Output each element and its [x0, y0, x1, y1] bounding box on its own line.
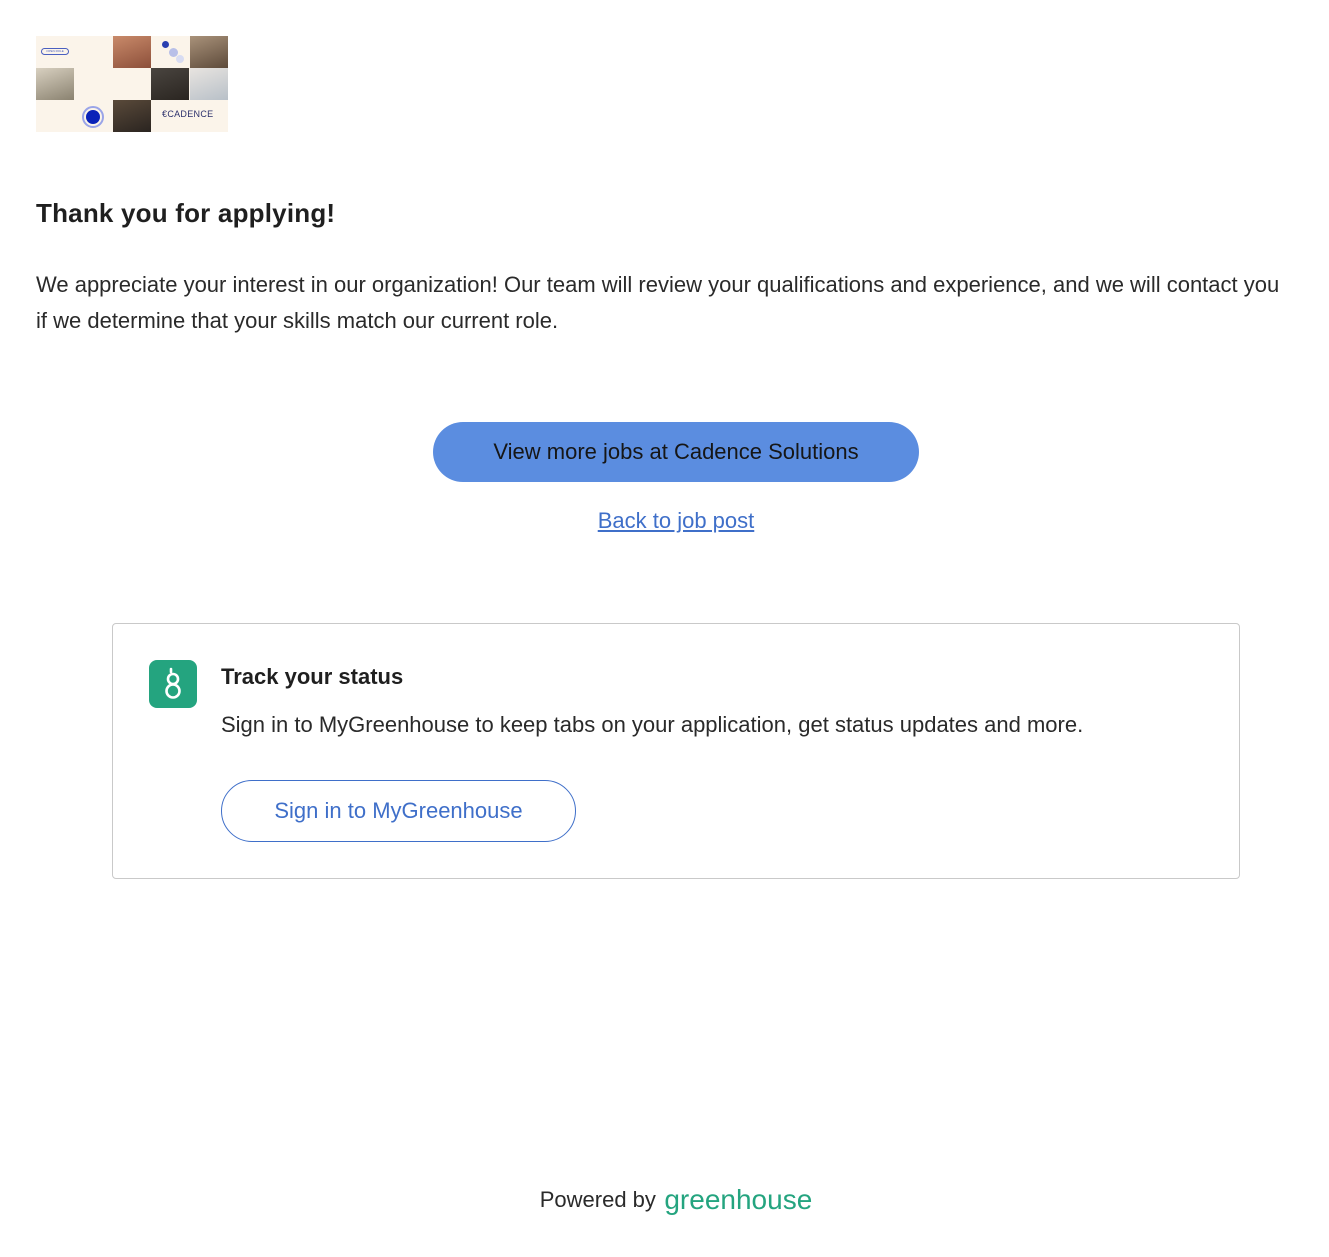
- logo-badge: OPEN ROLE: [41, 48, 69, 55]
- company-logo: OPEN ROLE €CADENCE: [36, 36, 228, 132]
- logo-dot: [86, 110, 100, 124]
- greenhouse-logo-link[interactable]: greenhouse: [664, 1184, 812, 1215]
- confirmation-message: We appreciate your interest in our organ…: [36, 272, 1280, 333]
- track-status-description: Sign in to MyGreenhouse to keep tabs on …: [221, 712, 1084, 737]
- logo-brand-text: €CADENCE: [162, 109, 213, 119]
- logo-photo-tile: [113, 100, 151, 132]
- view-more-jobs-button[interactable]: View more jobs at Cadence Solutions: [433, 422, 919, 482]
- powered-by-footer: Powered by greenhouse: [0, 1184, 1329, 1216]
- logo-photo-tile: [113, 36, 151, 68]
- back-to-job-post-link[interactable]: Back to job post: [0, 508, 1329, 534]
- track-status-card: Track your status Sign in to MyGreenhous…: [112, 623, 1240, 879]
- logo-photo-tile: [190, 36, 228, 68]
- page-title: Thank you for applying!: [36, 198, 336, 228]
- confirmation-page: OPEN ROLE €CADENCE Thank you for applyin…: [0, 0, 1329, 1257]
- logo-photo-tile: [36, 68, 74, 100]
- powered-by-label: Powered by: [539, 1187, 656, 1212]
- logo-dot: [162, 41, 169, 48]
- greenhouse-g-icon: [149, 660, 197, 708]
- track-status-title: Track your status: [221, 664, 404, 689]
- logo-photo-tile: [151, 68, 189, 100]
- sign-in-mygreenhouse-button[interactable]: Sign in to MyGreenhouse: [221, 780, 576, 842]
- logo-brand-label: CADENCE: [167, 109, 214, 119]
- logo-dot: [176, 55, 184, 63]
- logo-photo-tile: [190, 68, 228, 100]
